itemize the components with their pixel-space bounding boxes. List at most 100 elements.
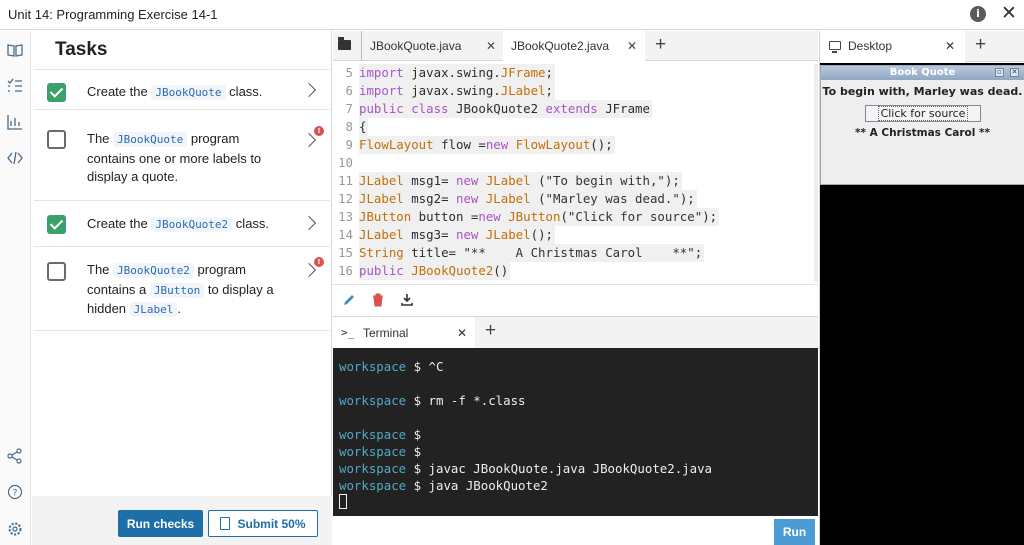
tasks-footer: Run checks Submit 50% xyxy=(32,496,332,545)
left-rail: ? xyxy=(0,31,31,545)
line-number: 16 xyxy=(338,263,353,278)
editor-tabs: JBookQuote.java ✕ JBookQuote2.java ✕ + xyxy=(333,31,818,61)
tab-terminal[interactable]: >_ Terminal ✕ xyxy=(333,317,475,349)
desktop-panel: Desktop ✕ + Book Quote ▫ ✕ To begin with… xyxy=(819,31,1024,545)
editor-scrollbar[interactable] xyxy=(814,64,818,282)
button-label: Click for source xyxy=(877,106,969,121)
run-checks-button[interactable]: Run checks xyxy=(118,510,203,537)
close-tab-icon[interactable]: ✕ xyxy=(945,31,955,62)
code-area[interactable]: 5 import javax.swing.JFrame; 6 import javax… xyxy=(333,64,813,282)
source-label: ** A Christmas Carol ** xyxy=(855,127,990,139)
task-checkbox-unchecked xyxy=(47,262,66,281)
run-bar: Run xyxy=(333,516,818,545)
app-window[interactable]: Book Quote ▫ ✕ To begin with, Marley was… xyxy=(820,65,1024,185)
folder-icon[interactable] xyxy=(338,37,351,50)
terminal-line: workspace $ java JBookQuote2 xyxy=(339,478,548,493)
tab-label: JBookQuote.java xyxy=(370,39,462,53)
code-text: JLabel msg1= new JLabel ("To begin with,… xyxy=(359,172,682,190)
task-text: The JBookQuote2 program contains a JButt… xyxy=(87,262,274,317)
tab-desktop[interactable]: Desktop ✕ xyxy=(820,31,965,62)
terminal-tabs: >_ Terminal ✕ + xyxy=(333,316,818,349)
share-icon[interactable] xyxy=(6,447,24,465)
code-text: import javax.swing.JFrame; xyxy=(359,64,555,82)
code-text: JLabel msg3= new JLabel(); xyxy=(359,226,555,244)
task-checkbox-checked xyxy=(47,215,66,234)
line-number: 6 xyxy=(345,83,353,98)
line-number: 9 xyxy=(345,137,353,152)
code-text: JButton button =new JButton("Click for s… xyxy=(359,208,720,226)
line-number: 13 xyxy=(338,209,353,224)
terminal-pane: >_ Terminal ✕ + workspace $ ^C workspace … xyxy=(333,316,818,545)
desktop-tabs: Desktop ✕ + xyxy=(820,31,1024,62)
chevron-right-icon[interactable] xyxy=(301,215,317,231)
chevron-right-icon[interactable] xyxy=(301,262,317,278)
terminal-line: workspace $ javac JBookQuote.java JBookQ… xyxy=(339,461,712,476)
app-window-title: Book Quote xyxy=(821,66,1024,80)
window-title: Unit 14: Programming Exercise 14-1 xyxy=(8,7,218,22)
close-tab-icon[interactable]: ✕ xyxy=(486,31,496,61)
chevron-right-icon[interactable] xyxy=(301,82,317,98)
document-icon xyxy=(220,516,231,530)
tab-label: Terminal xyxy=(363,326,409,340)
tasks-heading: Tasks xyxy=(55,39,108,60)
line-number: 5 xyxy=(345,65,353,80)
run-button[interactable]: Run xyxy=(774,519,815,545)
editor-toolbar xyxy=(333,284,818,316)
warning-badge: ! xyxy=(314,257,324,267)
monitor-icon xyxy=(829,41,841,53)
download-icon[interactable] xyxy=(400,293,414,307)
code-text: JLabel msg2= new JLabel ("Marley was dea… xyxy=(359,190,697,208)
code-text: { xyxy=(359,118,369,136)
tab-label: JBookQuote2.java xyxy=(511,39,610,53)
close-tab-icon[interactable]: ✕ xyxy=(457,317,467,349)
task-item[interactable]: Create the JBookQuote2 class. xyxy=(34,200,330,246)
add-terminal-icon[interactable]: + xyxy=(485,320,496,342)
tab-jbookquote2[interactable]: JBookQuote2.java ✕ xyxy=(503,31,645,61)
book-icon[interactable] xyxy=(6,41,24,59)
add-tab-icon[interactable]: + xyxy=(655,34,666,56)
code-icon[interactable] xyxy=(6,149,24,167)
add-desktop-icon[interactable]: + xyxy=(975,34,986,56)
code-text: FlowLayout flow =new FlowLayout(); xyxy=(359,136,615,154)
terminal-output[interactable]: workspace $ ^C workspace $ rm -f *.class w… xyxy=(333,348,818,532)
submit-button[interactable]: Submit 50% xyxy=(208,510,318,537)
quote-label: To begin with, Marley was dead. xyxy=(822,85,1023,98)
trash-icon[interactable] xyxy=(371,293,385,307)
click-for-source-button[interactable]: Click for source xyxy=(865,105,981,122)
close-tab-icon[interactable]: ✕ xyxy=(627,31,637,61)
title-bar: Unit 14: Programming Exercise 14-1 i ✕ xyxy=(0,0,1024,30)
terminal-line: workspace $ rm -f *.class xyxy=(339,393,526,408)
terminal-icon: >_ xyxy=(341,326,355,339)
task-item[interactable]: The JBookQuote program contains one or m… xyxy=(34,109,330,200)
code-text: String title= "** A Christmas Carol **"; xyxy=(359,244,705,262)
settings-icon[interactable] xyxy=(6,520,24,538)
code-text: public class JBookQuote2 extends JFrame xyxy=(359,100,652,118)
tab-jbookquote[interactable]: JBookQuote.java ✕ xyxy=(361,31,501,61)
tasks-panel: Tasks Create the JBookQuote class. The J… xyxy=(32,31,332,545)
code-text: public JBookQuote2() xyxy=(359,262,511,280)
code-editor: JBookQuote.java ✕ JBookQuote2.java ✕ + 5… xyxy=(333,31,818,316)
chevron-right-icon[interactable] xyxy=(301,132,317,148)
svg-text:?: ? xyxy=(13,489,18,499)
task-item[interactable]: Create the JBookQuote class. xyxy=(34,69,330,109)
terminal-cursor xyxy=(339,494,347,509)
chart-icon[interactable] xyxy=(6,113,24,131)
terminal-line: workspace $ xyxy=(339,427,422,442)
tasks-icon[interactable] xyxy=(6,77,24,95)
line-number: 12 xyxy=(338,191,353,206)
help-icon[interactable]: ? xyxy=(6,483,24,501)
close-icon[interactable]: ✕ xyxy=(1001,2,1017,24)
minimize-icon[interactable]: ▫ xyxy=(995,68,1004,77)
close-icon[interactable]: ✕ xyxy=(1010,68,1019,77)
desktop-screen[interactable]: Book Quote ▫ ✕ To begin with, Marley was… xyxy=(820,63,1024,545)
submit-label: Submit 50% xyxy=(237,516,306,531)
task-item[interactable]: The JBookQuote2 program contains a JButt… xyxy=(34,246,330,331)
pencil-icon[interactable] xyxy=(342,293,356,307)
info-icon[interactable]: i xyxy=(970,6,986,22)
task-text: Create the JBookQuote class. xyxy=(87,84,263,100)
code-text: import javax.swing.JLabel; xyxy=(359,82,555,100)
task-checkbox-checked xyxy=(47,83,66,102)
task-text: The JBookQuote program contains one or m… xyxy=(87,131,262,184)
tab-label: Desktop xyxy=(848,39,893,53)
warning-badge: ! xyxy=(314,126,324,136)
